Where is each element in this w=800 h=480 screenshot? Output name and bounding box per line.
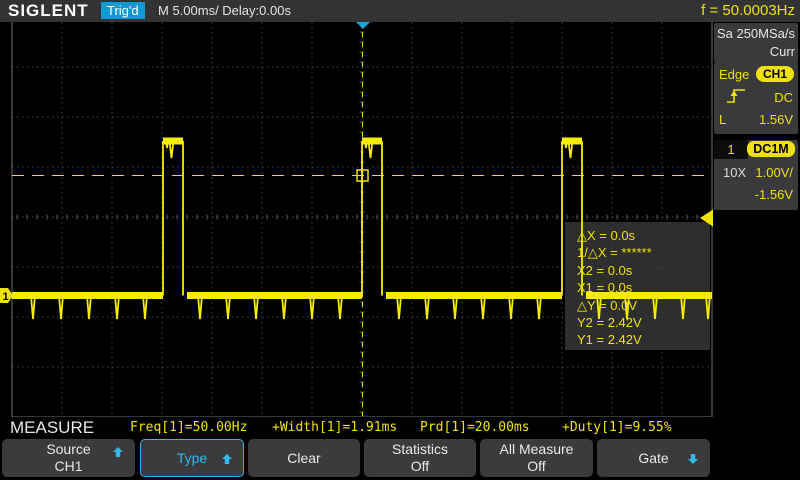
acquisition-info-box[interactable]: Sa 250MSa/s Curr 17.5Mpts bbox=[714, 23, 798, 63]
channel-info-box[interactable]: 1 DC1M 10X 1.00V/ -1.56V bbox=[714, 140, 798, 210]
trigger-level-value: 1.56V bbox=[759, 112, 793, 127]
trigger-type: Edge bbox=[719, 67, 749, 82]
all-measure-button-label: All Measure bbox=[500, 441, 574, 458]
statistics-button-value: Off bbox=[411, 458, 429, 475]
menu-up-arrow-icon bbox=[112, 446, 124, 458]
type-button[interactable]: Type bbox=[140, 439, 244, 477]
channel-number: 1 bbox=[714, 140, 748, 159]
timebase-readout[interactable]: M 5.00ms/ Delay:0.00s bbox=[158, 3, 291, 18]
statistics-button-label: Statistics bbox=[392, 441, 448, 458]
cursor-x2: X2 = 0.0s bbox=[577, 262, 710, 279]
channel-coupling-badge: DC1M bbox=[747, 141, 795, 157]
measure-period: Prd[1]=20.00ms bbox=[420, 420, 530, 435]
cursor-intersection-marker bbox=[357, 170, 368, 181]
measure-pos-width: +Width[1]=1.91ms bbox=[272, 420, 397, 435]
rising-edge-icon bbox=[725, 87, 747, 105]
trigger-status-badge: Trig'd bbox=[101, 2, 145, 19]
channel-offset: -1.56V bbox=[755, 187, 793, 202]
measure-freq: Freq[1]=50.00Hz bbox=[130, 420, 247, 435]
measure-pos-duty: +Duty[1]=9.55% bbox=[562, 420, 672, 435]
gate-button-label: Gate bbox=[638, 450, 668, 467]
channel1-ground-marker[interactable] bbox=[0, 288, 13, 303]
cursor-delta-x: △X = 0.0s bbox=[577, 227, 710, 244]
oscilloscope-screen: △X = 0.0s 1/△X = ****** X2 = 0.0s X1 = 0… bbox=[0, 0, 800, 480]
cursor-inv-delta-x: 1/△X = ****** bbox=[577, 244, 710, 261]
trigger-info-box[interactable]: Edge CH1 DC L 1.56V bbox=[714, 63, 798, 134]
trigger-source-badge: CH1 bbox=[756, 66, 794, 82]
cursor-info-box: △X = 0.0s 1/△X = ****** X2 = 0.0s X1 = 0… bbox=[565, 222, 710, 350]
gate-button[interactable]: Gate bbox=[597, 439, 710, 477]
frequency-counter: f = 50.0003Hz bbox=[701, 2, 795, 19]
all-measure-button-value: Off bbox=[527, 458, 545, 475]
top-status-bar: SIGLENT Trig'd M 5.00ms/ Delay:0.00s f =… bbox=[0, 0, 800, 22]
measure-bar: MEASURE Freq[1]=50.00Hz +Width[1]=1.91ms… bbox=[0, 417, 800, 438]
trigger-coupling: DC bbox=[774, 90, 793, 105]
cursor-x1: X1 = 0.0s bbox=[577, 279, 710, 296]
trigger-level-label: L bbox=[719, 112, 726, 127]
siglent-logo: SIGLENT bbox=[8, 1, 89, 21]
source-button[interactable]: Source CH1 bbox=[2, 439, 135, 477]
menu-up-arrow-icon bbox=[221, 453, 233, 465]
probe-attenuation: 10X bbox=[723, 165, 746, 180]
cursor-delta-y: △Y = 0.0V bbox=[577, 297, 710, 314]
statistics-button[interactable]: Statistics Off bbox=[364, 439, 476, 477]
cursor-y1: Y1 = 2.42V bbox=[577, 331, 710, 348]
source-button-label: Source bbox=[46, 441, 90, 458]
all-measure-button[interactable]: All Measure Off bbox=[480, 439, 593, 477]
sample-rate: Sa 250MSa/s bbox=[714, 25, 795, 43]
type-button-label: Type bbox=[177, 450, 207, 467]
menu-down-arrow-icon bbox=[687, 453, 699, 465]
softkey-menu-bar: Source CH1 Type Clear Statistics Off All… bbox=[0, 438, 800, 480]
source-button-value: CH1 bbox=[54, 458, 82, 475]
measure-title: MEASURE bbox=[10, 418, 94, 438]
channel1-ground-marker-label: 1 bbox=[3, 291, 9, 303]
clear-button-label: Clear bbox=[287, 450, 320, 467]
clear-button[interactable]: Clear bbox=[248, 439, 360, 477]
volts-per-div: 1.00V/ bbox=[755, 165, 793, 180]
cursor-y2: Y2 = 2.42V bbox=[577, 314, 710, 331]
